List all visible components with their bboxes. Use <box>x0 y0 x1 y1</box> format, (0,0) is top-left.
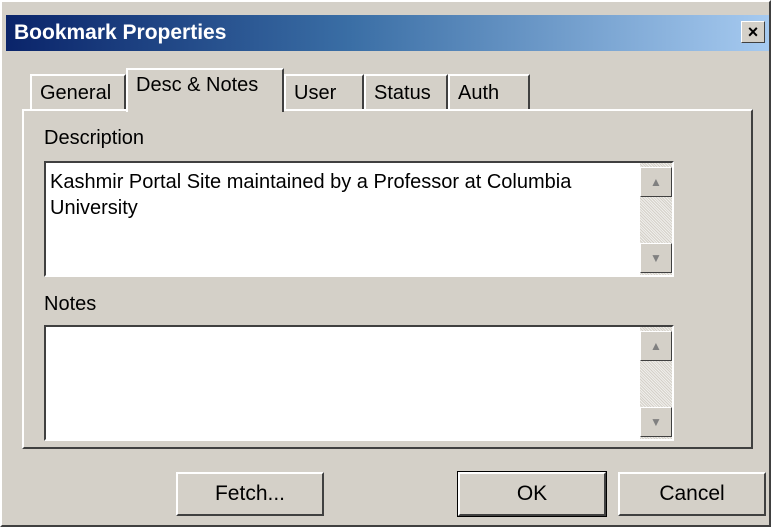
bookmark-properties-dialog: Bookmark Properties × General Desc & Not… <box>0 0 771 527</box>
tab-label: Desc & Notes <box>136 74 259 96</box>
cancel-button-label: Cancel <box>659 482 725 505</box>
window-title: Bookmark Properties <box>14 21 227 44</box>
tab-auth[interactable]: Auth <box>448 74 530 109</box>
tab-label: User <box>294 82 337 104</box>
scroll-down-button[interactable]: ▼ <box>640 407 672 437</box>
scroll-up-button[interactable]: ▲ <box>640 331 672 361</box>
ok-button-label: OK <box>516 482 548 505</box>
close-button[interactable]: × <box>741 21 765 43</box>
arrow-down-icon: ▼ <box>650 415 662 429</box>
tab-general[interactable]: General <box>30 74 126 109</box>
scroll-down-button[interactable]: ▼ <box>640 243 672 273</box>
fetch-button[interactable]: Fetch... <box>176 472 324 516</box>
cancel-button[interactable]: Cancel <box>618 472 766 516</box>
tab-status[interactable]: Status <box>364 74 448 109</box>
close-icon: × <box>747 22 759 42</box>
tab-label: General <box>40 82 112 104</box>
tab-label: Status <box>374 82 431 104</box>
notes-label: Notes <box>44 293 97 315</box>
arrow-up-icon: ▲ <box>650 175 662 189</box>
arrow-up-icon: ▲ <box>650 339 662 353</box>
fetch-button-label: Fetch... <box>214 482 286 505</box>
desc-notes-panel: Description Kashmir Portal Site maintain… <box>22 109 753 449</box>
title-bar[interactable]: Bookmark Properties × <box>6 15 769 51</box>
arrow-down-icon: ▼ <box>650 251 662 265</box>
description-scrollbar[interactable]: ▲ ▼ <box>640 163 672 275</box>
description-label: Description <box>44 127 145 149</box>
notes-scrollbar[interactable]: ▲ ▼ <box>640 327 672 439</box>
tab-label: Auth <box>458 82 500 104</box>
description-text: Kashmir Portal Site maintained by a Prof… <box>50 171 572 219</box>
scroll-up-button[interactable]: ▲ <box>640 167 672 197</box>
description-textarea[interactable]: Kashmir Portal Site maintained by a Prof… <box>44 161 674 277</box>
tab-desc-notes[interactable]: Desc & Notes <box>126 68 284 112</box>
ok-button[interactable]: OK <box>457 471 607 517</box>
tab-user[interactable]: User <box>284 74 364 109</box>
notes-textarea[interactable]: ▲ ▼ <box>44 325 674 441</box>
